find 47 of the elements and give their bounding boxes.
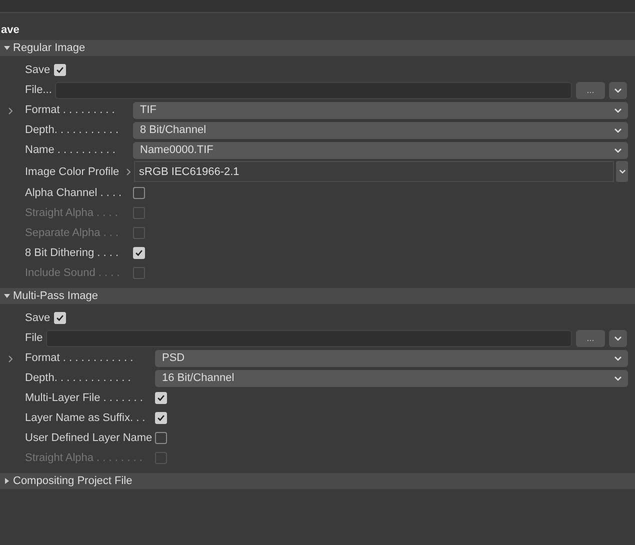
dropdown[interactable]: Name0000.TIF	[133, 142, 628, 158]
dropdown[interactable]: TIF	[133, 102, 628, 118]
checkbox[interactable]	[133, 187, 145, 199]
chevron-icon	[614, 376, 622, 380]
chevron-icon	[614, 148, 622, 152]
browse-button[interactable]: ...	[576, 330, 605, 346]
triangle-icon	[4, 45, 10, 51]
dropdown[interactable]: PSD	[155, 350, 628, 366]
field-label: Depth. . . . . . . . . . . . .	[25, 372, 131, 384]
chevron-icon	[614, 336, 622, 340]
field-label: Layer Name as Suffix. . .	[25, 412, 146, 424]
field-label: Image Color Profile	[25, 166, 120, 178]
field-label: Save	[25, 64, 50, 76]
color-profile-field[interactable]: sRGB IEC61966-2.1	[134, 161, 614, 182]
field-label: Separate Alpha . . .	[25, 227, 119, 239]
panel-title: ave	[0, 23, 20, 38]
chevron-icon	[614, 108, 622, 112]
chevron-icon	[618, 169, 626, 174]
field-label: 8 Bit Dithering . . . .	[25, 247, 119, 259]
field-label: Straight Alpha . . . .	[25, 207, 118, 219]
chevron-icon	[614, 128, 622, 132]
field-label: Name . . . . . . . . . .	[25, 144, 116, 156]
field-label: Include Sound . . . .	[25, 267, 120, 279]
section-header[interactable]: Multi-Pass Image	[0, 288, 635, 304]
field-label: Save	[25, 312, 50, 324]
field-label: Format . . . . . . . . .	[25, 104, 115, 116]
section-header[interactable]: Regular Image	[0, 40, 635, 56]
field-label: File	[25, 332, 43, 344]
field-label: Format . . . . . . . . . . . .	[25, 352, 134, 364]
field-label: User Defined Layer Name	[25, 432, 152, 444]
checkbox[interactable]	[155, 432, 168, 444]
field-label: File...	[25, 84, 52, 96]
section-header[interactable]: Compositing Project File	[0, 473, 635, 489]
browse-button[interactable]: ...	[576, 82, 605, 98]
dropdown[interactable]: 8 Bit/Channel	[133, 122, 628, 138]
dropdown-button[interactable]	[609, 82, 627, 98]
chevron-icon	[614, 88, 622, 92]
field-label: Multi-Layer File . . . . . . .	[25, 392, 143, 404]
dropdown-button[interactable]	[616, 161, 628, 182]
triangle-icon	[4, 478, 10, 484]
field-label: Alpha Channel . . . .	[25, 187, 122, 199]
field-label: Depth. . . . . . . . . . .	[25, 124, 119, 136]
dropdown[interactable]: 16 Bit/Channel	[155, 370, 628, 386]
chevron-icon	[614, 356, 622, 360]
field-label: Straight Alpha . . . . . . . .	[25, 452, 142, 464]
triangle-icon	[4, 293, 10, 299]
dropdown-button[interactable]	[609, 330, 627, 346]
